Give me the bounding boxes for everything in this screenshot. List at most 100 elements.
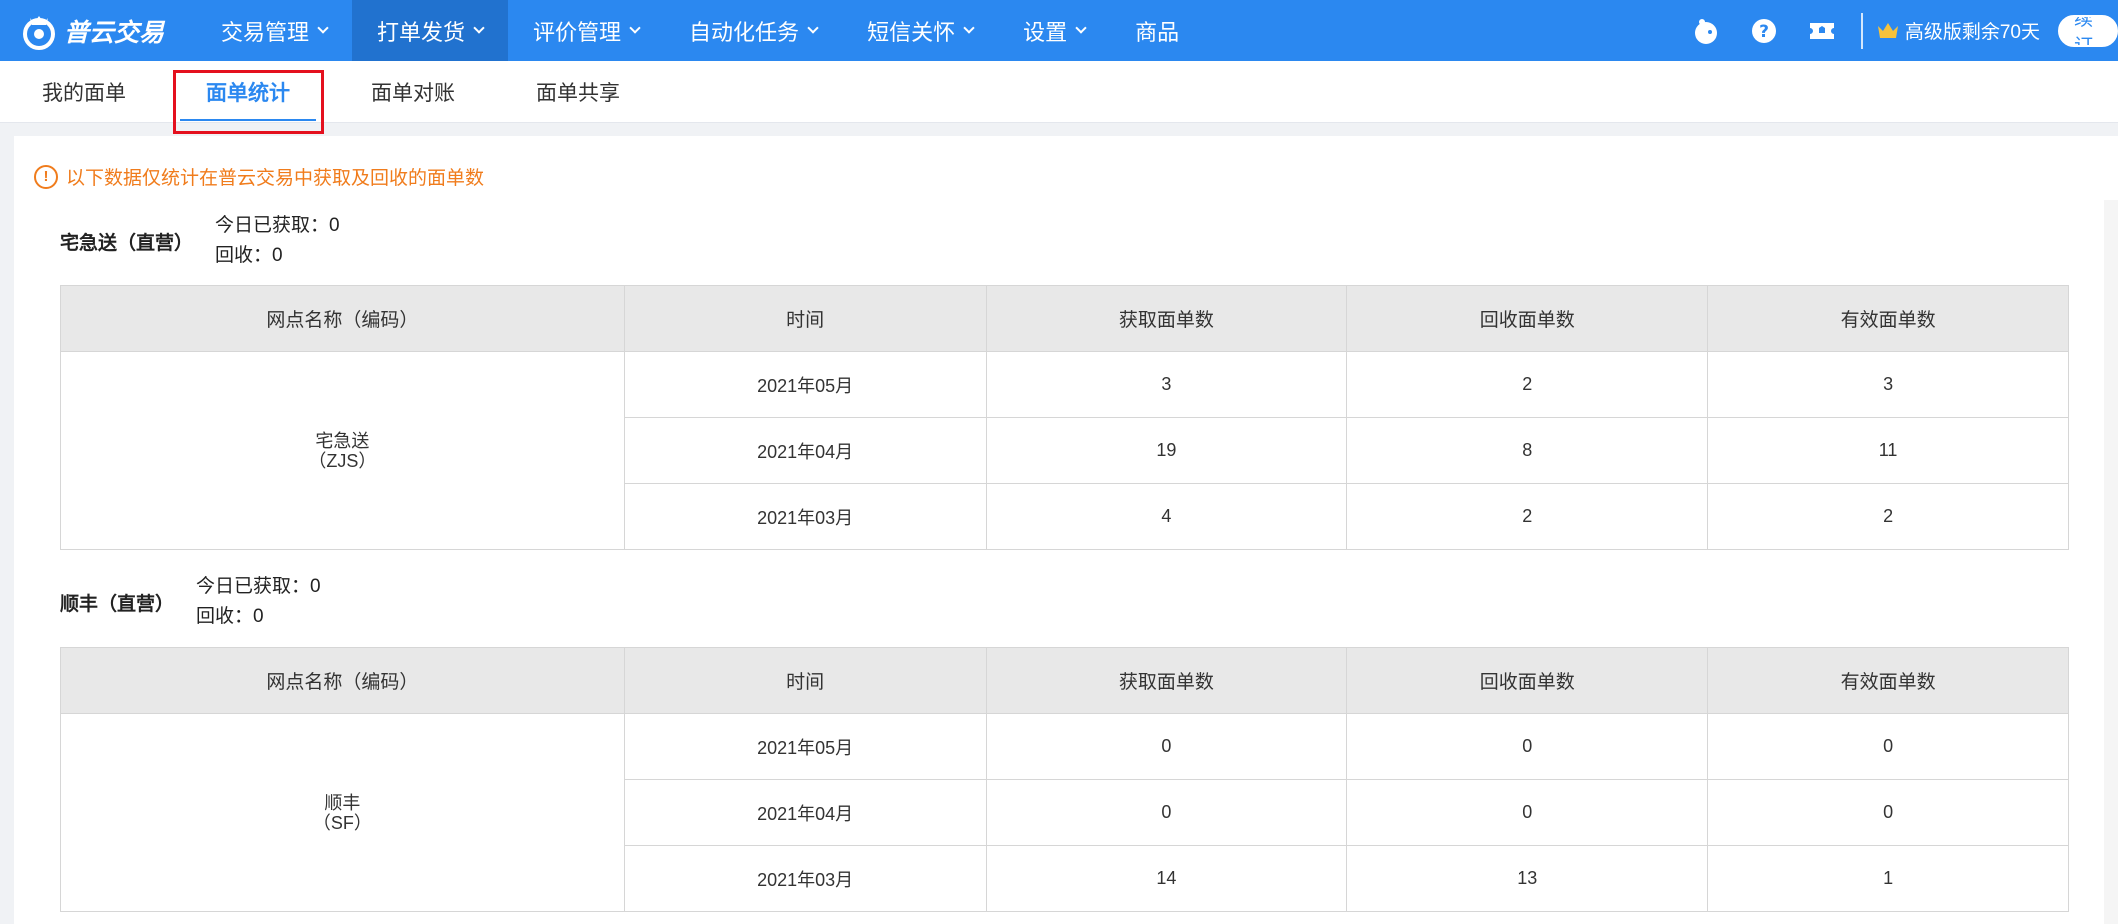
month-cell: 2021年04月: [623, 779, 987, 846]
subtab-bar: 我的面单 面单统计 面单对账 面单共享: [0, 61, 2118, 123]
month-cell: 2021年05月: [623, 713, 987, 780]
stats-panel: ! 以下数据仅统计在普云交易中获取及回收的面单数 宅急送（直营） 今日已获取：0…: [14, 136, 2118, 924]
valid-cell: 0: [1707, 713, 2069, 780]
nav-item-label: 商品: [1135, 19, 1180, 45]
chevron-down-icon: [963, 21, 975, 34]
nav-item-settings[interactable]: 设置: [998, 0, 1110, 61]
today-recycled: 回收：0: [196, 606, 264, 627]
carrier-name: 宅急送（直营）: [60, 232, 194, 254]
vip-label: 高级版剩余70天: [1904, 22, 2040, 43]
column-header: 获取面单数: [985, 647, 1348, 714]
month-cell: 2021年03月: [623, 845, 987, 912]
recycled-cell: 13: [1346, 845, 1709, 912]
notice-banner: ! 以下数据仅统计在普云交易中获取及回收的面单数: [34, 163, 484, 190]
top-navigation-bar: 普云交易 交易管理 打单发货 评价管理 自动化任务 短信关怀 设置 商品 ? 高…: [0, 0, 2118, 61]
today-info: 今日已获取：0 回收：0: [215, 211, 340, 271]
tab-waybill-reconciliation[interactable]: 面单对账: [328, 61, 498, 123]
nav-item-label: 短信关怀: [867, 19, 956, 45]
nav-item-label: 自动化任务: [689, 19, 800, 45]
column-header: 有效面单数: [1707, 647, 2069, 714]
nav-item-trade[interactable]: 交易管理: [196, 0, 352, 61]
nav-item-label: 评价管理: [533, 19, 622, 45]
header-divider: [1860, 12, 1863, 49]
nav-item-products[interactable]: 商品: [1110, 0, 1204, 61]
table-header-row: 网点名称（编码） 时间 获取面单数 回收面单数 有效面单数: [60, 285, 2069, 352]
nav-item-label: 交易管理: [221, 19, 310, 45]
crown-icon: [1877, 22, 1898, 38]
column-header: 回收面单数: [1346, 647, 1709, 714]
section-header: 顺丰（直营） 今日已获取：0 回收：0: [60, 572, 321, 632]
table-row: 顺丰 （SF） 2021年05月 0 0 0: [60, 713, 2069, 912]
site-code: （ZJS）: [308, 450, 377, 471]
logo-text: 普云交易: [64, 18, 165, 47]
site-cell: 宅急送 （ZJS）: [60, 351, 625, 550]
nav-item-print-ship[interactable]: 打单发货: [352, 0, 509, 61]
fetched-cell: 4: [985, 483, 1348, 550]
column-header: 时间: [623, 647, 987, 714]
main-nav: 交易管理 打单发货 评价管理 自动化任务 短信关怀 设置 商品: [196, 0, 1204, 61]
tab-my-waybills[interactable]: 我的面单: [0, 61, 168, 123]
warning-circle-icon: !: [34, 164, 58, 189]
chevron-down-icon: [629, 21, 641, 34]
renew-button[interactable]: 续订: [2058, 14, 2118, 47]
nav-item-sms[interactable]: 短信关怀: [842, 0, 998, 61]
top-right-tools: ? 高级版剩余70天 续订: [1677, 0, 2118, 61]
table-header-row: 网点名称（编码） 时间 获取面单数 回收面单数 有效面单数: [60, 647, 2069, 714]
column-header: 有效面单数: [1707, 285, 2069, 352]
site-code: （SF）: [312, 812, 372, 833]
notice-text: 以下数据仅统计在普云交易中获取及回收的面单数: [66, 168, 485, 189]
fetched-cell: 19: [985, 417, 1348, 484]
svg-text:?: ?: [1759, 22, 1769, 42]
column-header: 时间: [623, 285, 987, 352]
vip-status[interactable]: 高级版剩余70天: [1877, 17, 2040, 44]
recycled-cell: 2: [1346, 483, 1709, 550]
tab-waybill-stats[interactable]: 面单统计: [168, 61, 328, 123]
month-cell: 2021年04月: [623, 417, 987, 484]
recycled-cell: 2: [1346, 351, 1709, 418]
table-row: 宅急送 （ZJS） 2021年05月 3 2 3: [60, 351, 2069, 550]
site-name: 顺丰: [324, 792, 361, 813]
chevron-down-icon: [317, 21, 329, 34]
ticket-icon[interactable]: [1807, 16, 1837, 46]
column-header: 网点名称（编码）: [60, 647, 625, 714]
nav-item-label: 打单发货: [377, 19, 466, 45]
valid-cell: 0: [1707, 779, 2069, 846]
recycled-cell: 8: [1346, 417, 1709, 484]
stats-table: 网点名称（编码） 时间 获取面单数 回收面单数 有效面单数 顺丰 （SF） 20…: [60, 647, 2069, 912]
logo-icon: [23, 15, 55, 50]
column-header: 回收面单数: [1346, 285, 1709, 352]
valid-cell: 1: [1707, 845, 2069, 912]
vertical-scrollbar[interactable]: [2104, 200, 2118, 924]
today-fetched: 今日已获取：0: [196, 576, 321, 597]
stats-table: 网点名称（编码） 时间 获取面单数 回收面单数 有效面单数 宅急送 （ZJS） …: [60, 285, 2069, 550]
chevron-down-icon: [1075, 21, 1087, 34]
month-cell: 2021年05月: [623, 351, 987, 418]
fetched-cell: 0: [985, 713, 1348, 780]
chevron-down-icon: [473, 21, 485, 34]
today-info: 今日已获取：0 回收：0: [196, 572, 321, 632]
month-cell: 2021年03月: [623, 483, 987, 550]
valid-cell: 2: [1707, 483, 2069, 550]
recycled-cell: 0: [1346, 713, 1709, 780]
chevron-down-icon: [807, 21, 819, 34]
valid-cell: 3: [1707, 351, 2069, 418]
site-cell: 顺丰 （SF）: [60, 713, 625, 912]
mascot-icon[interactable]: [1691, 16, 1721, 46]
section-header: 宅急送（直营） 今日已获取：0 回收：0: [60, 211, 340, 271]
tab-waybill-sharing[interactable]: 面单共享: [498, 61, 658, 123]
fetched-cell: 0: [985, 779, 1348, 846]
today-fetched: 今日已获取：0: [215, 215, 340, 236]
app-logo[interactable]: 普云交易: [20, 0, 180, 61]
help-icon[interactable]: ?: [1749, 16, 1779, 46]
carrier-name: 顺丰（直营）: [60, 593, 175, 615]
column-header: 网点名称（编码）: [60, 285, 625, 352]
column-header: 获取面单数: [985, 285, 1348, 352]
nav-item-automation[interactable]: 自动化任务: [664, 0, 842, 61]
recycled-cell: 0: [1346, 779, 1709, 846]
nav-item-reviews[interactable]: 评价管理: [508, 0, 664, 61]
site-name: 宅急送: [315, 430, 370, 451]
today-recycled: 回收：0: [215, 245, 283, 266]
fetched-cell: 14: [985, 845, 1348, 912]
valid-cell: 11: [1707, 417, 2069, 484]
fetched-cell: 3: [985, 351, 1348, 418]
